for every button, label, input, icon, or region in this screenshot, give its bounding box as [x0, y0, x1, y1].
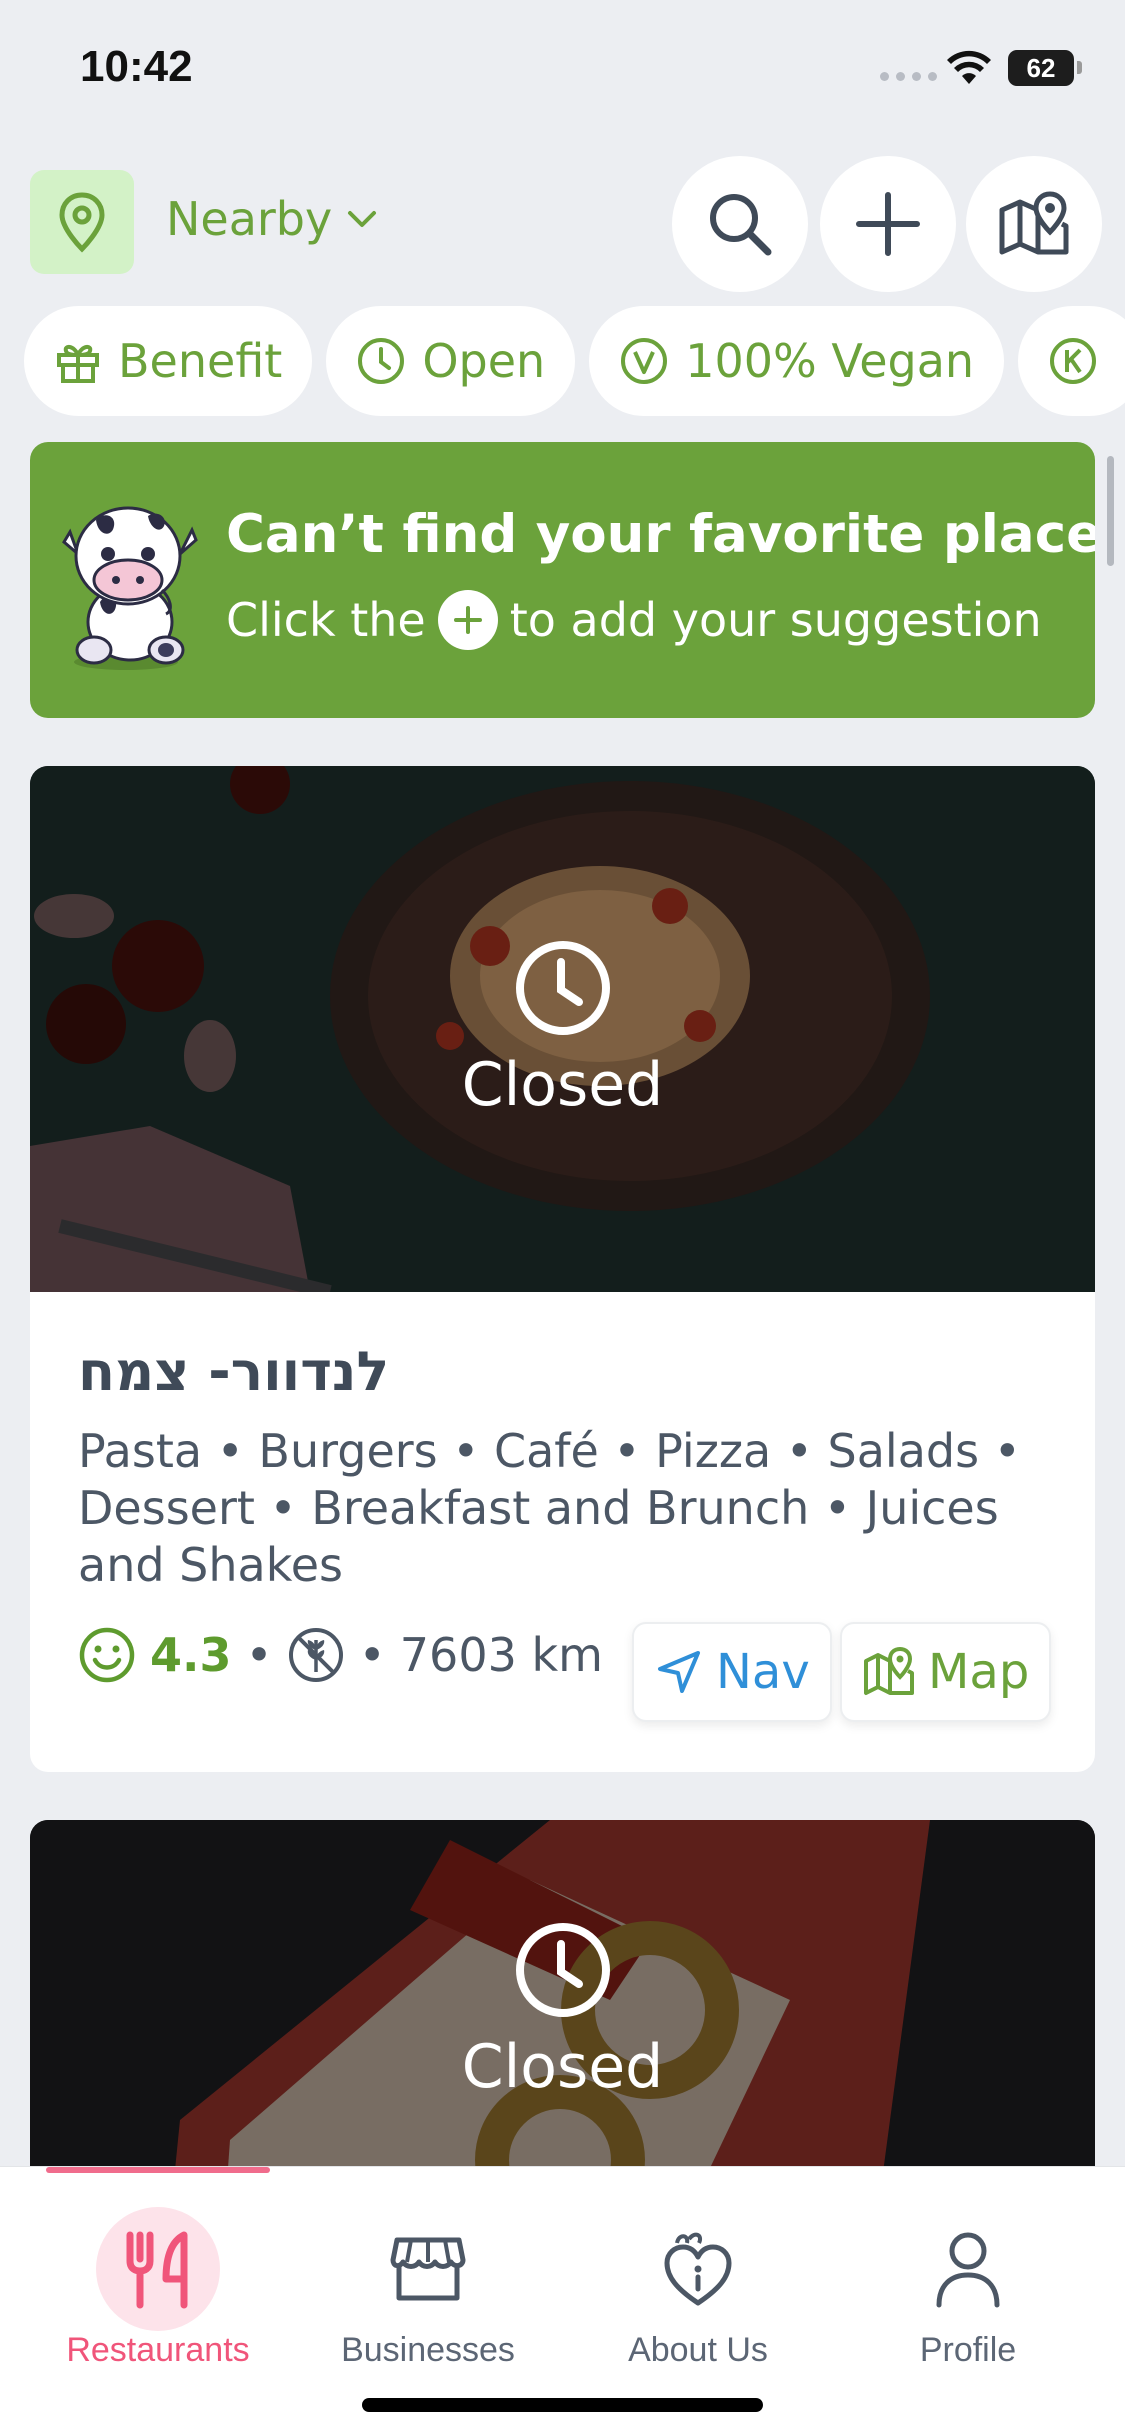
restaurant-info: לנדוור- צמח Pasta • Burgers • Café • Piz… — [78, 1340, 1058, 1594]
filter-chip-open[interactable]: Open — [326, 306, 576, 416]
tab-label: Restaurants — [66, 2331, 250, 2369]
banner-title: Can’t find your favorite place? — [226, 504, 1095, 565]
banner-subtitle-start: Click the — [226, 593, 426, 647]
status-bar: 10:42 62 — [0, 0, 1125, 140]
show-on-map-button[interactable]: Map — [840, 1622, 1052, 1722]
location-dropdown[interactable]: Nearby — [166, 192, 378, 246]
closed-overlay: Closed — [30, 1920, 1095, 2102]
plus-circle-icon — [437, 590, 498, 650]
suggestion-banner[interactable]: Can’t find your favorite place? Click th… — [30, 442, 1095, 718]
tab-restaurants[interactable]: Restaurants — [28, 2207, 288, 2370]
cow-mascot-icon — [62, 506, 198, 670]
gluten-free-icon — [288, 1628, 343, 1682]
filter-chips: Benefit Open 100% Vegan — [24, 306, 1125, 416]
restaurant-tags: Pasta • Burgers • Café • Pizza • Salads … — [78, 1424, 1021, 1592]
person-icon — [906, 2207, 1030, 2331]
rating-value: 4.3 — [150, 1628, 232, 1682]
restaurant-photo: Closed — [30, 766, 1095, 1292]
map-label: Map — [928, 1644, 1030, 1700]
tab-about-us[interactable]: About Us — [568, 2207, 828, 2370]
closed-overlay: Closed — [30, 766, 1095, 1292]
vegan-icon — [621, 338, 668, 384]
navigation-arrow-icon — [658, 1651, 700, 1693]
clock-icon — [515, 1923, 610, 2017]
tab-profile[interactable]: Profile — [838, 2207, 1098, 2370]
banner-subtitle-end: to add your suggestion — [509, 593, 1042, 647]
filter-chip-kosher[interactable] — [1018, 306, 1125, 416]
active-tab-indicator — [46, 2167, 270, 2173]
gift-icon — [57, 344, 99, 383]
chevron-down-icon — [348, 211, 377, 227]
banner-subtitle: Click the to add your suggestion — [226, 590, 1042, 650]
filter-chip-benefit[interactable]: Benefit — [24, 306, 313, 416]
clock-icon — [515, 941, 610, 1035]
store-icon — [366, 2207, 490, 2331]
location-pin-icon — [59, 192, 105, 253]
filter-chip-label: Open — [422, 334, 546, 388]
battery-indicator: 62 — [1008, 50, 1082, 86]
tab-label: Businesses — [341, 2331, 515, 2369]
filter-chip-vegan[interactable]: 100% Vegan — [589, 306, 1005, 416]
map-icon — [999, 191, 1069, 255]
restaurant-card[interactable]: Closed לנדוור- צמח Pasta • Burgers • Caf… — [30, 766, 1095, 1772]
filter-chip-label: Benefit — [118, 334, 283, 388]
fork-knife-icon — [96, 2207, 220, 2331]
status-time: 10:42 — [80, 42, 193, 91]
home-indicator[interactable] — [362, 2398, 763, 2412]
search-icon — [710, 194, 772, 256]
plus-icon — [856, 192, 920, 256]
map-view-button[interactable] — [966, 156, 1102, 292]
restaurant-distance: 7603 km — [399, 1628, 603, 1682]
wifi-icon — [947, 50, 991, 84]
separator-dot: • — [245, 1628, 273, 1682]
map-icon — [864, 1646, 914, 1695]
scrollbar[interactable] — [1107, 456, 1114, 566]
search-button[interactable] — [672, 156, 808, 292]
add-place-button[interactable] — [820, 156, 956, 292]
cellular-signal-icon — [880, 72, 937, 81]
heart-info-icon — [636, 2207, 760, 2331]
tab-label: About Us — [628, 2331, 768, 2369]
bottom-tab-bar: Restaurants Businesses About Us Profile — [0, 2166, 1125, 2436]
clock-icon — [358, 338, 405, 384]
kosher-icon — [1050, 338, 1097, 384]
tab-businesses[interactable]: Businesses — [298, 2207, 558, 2370]
filter-chip-label: 100% Vegan — [685, 334, 975, 388]
navigate-label: Nav — [716, 1644, 810, 1700]
location-button[interactable] — [30, 170, 134, 274]
closed-label: Closed — [461, 1050, 664, 1120]
separator-dot: • — [358, 1628, 386, 1682]
smiley-icon — [79, 1627, 135, 1683]
location-label: Nearby — [166, 192, 333, 246]
restaurant-name: לנדוור- צמח — [78, 1340, 390, 1403]
navigate-button[interactable]: Nav — [632, 1622, 832, 1722]
tab-label: Profile — [919, 2331, 1017, 2369]
restaurant-meta: 4.3 • • 7603 km — [78, 1626, 603, 1684]
closed-label: Closed — [461, 2032, 664, 2102]
